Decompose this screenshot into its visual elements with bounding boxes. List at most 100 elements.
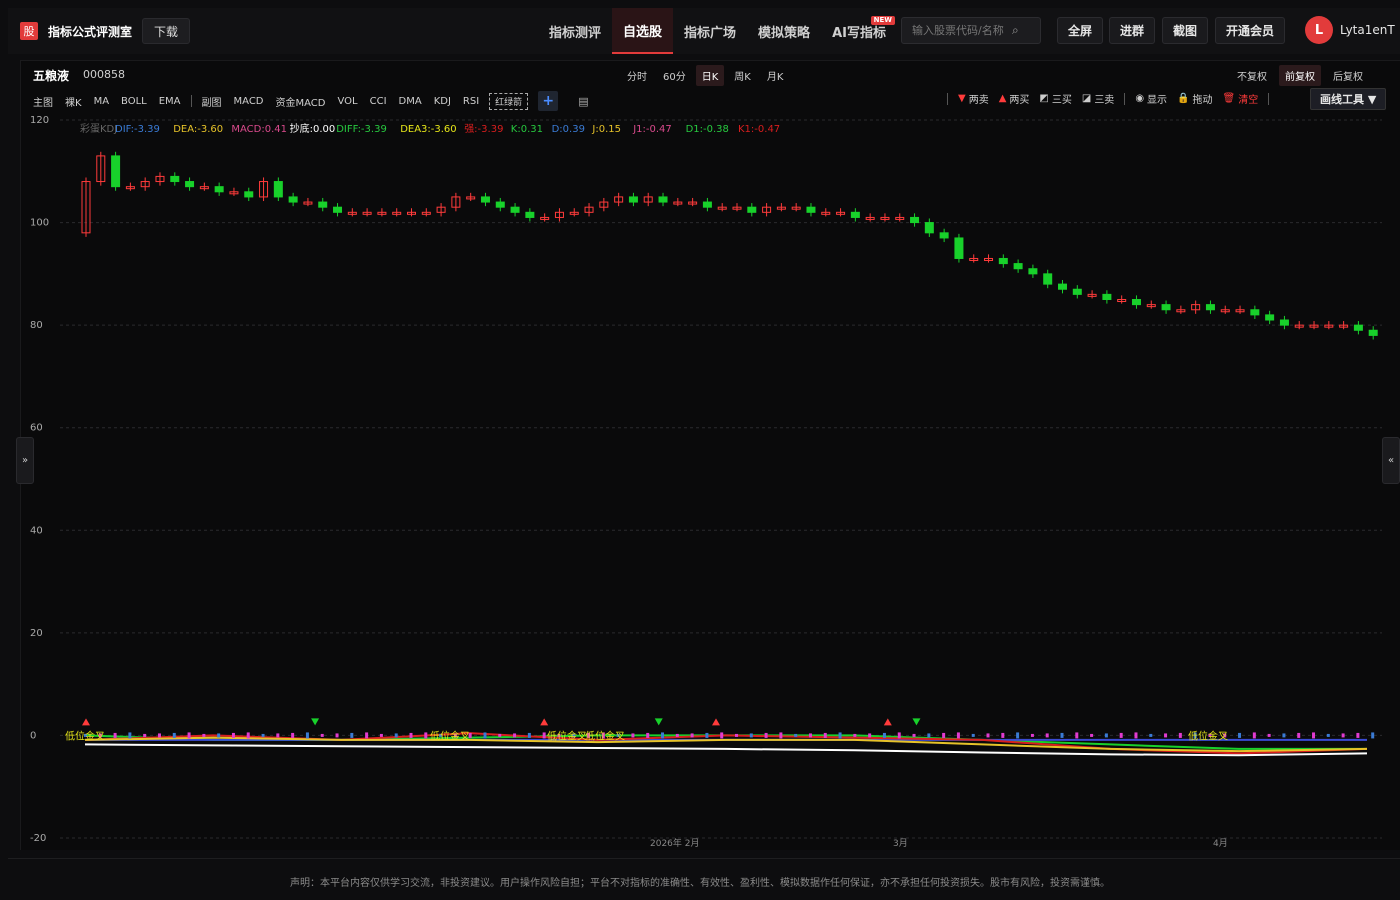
tool-5[interactable]: 🔒 拖动 [1177, 91, 1212, 106]
indicator-bar [128, 732, 132, 739]
sub-indicator-5[interactable]: DMA [393, 94, 428, 109]
tool-1[interactable]: ▲ 两买 [999, 91, 1030, 106]
candle [495, 201, 505, 208]
indicator-bar [1075, 732, 1079, 739]
tool-4[interactable]: ◉ 显示 [1135, 91, 1167, 106]
sub-indicator-4[interactable]: CCI [364, 94, 393, 109]
save-icon[interactable]: ▤ [578, 95, 588, 108]
period-tab-1[interactable]: 60分 [657, 65, 692, 86]
main-indicator-2[interactable]: MA [88, 94, 115, 109]
username[interactable]: Lyta1enT [1340, 23, 1395, 37]
indicator-bar: 主图 裸K MA BOLL EMA 副图 MACD 资金MACD VOL CCI DMA KDJ RSI… [27, 91, 589, 111]
period-tab-2[interactable]: 日K [695, 65, 725, 86]
sub-indicator-3[interactable]: VOL [332, 94, 364, 109]
nav-item-0[interactable]: 指标测评 [538, 8, 612, 54]
adjust-tab-1[interactable]: 前复权 [1279, 65, 1321, 86]
join-group-button[interactable]: 进群 [1109, 17, 1156, 44]
candle [273, 181, 283, 198]
candle [318, 201, 328, 208]
main-indicator-1[interactable]: 裸K [59, 92, 88, 111]
tool-0[interactable]: ▼ 两卖 [958, 91, 989, 106]
tool-3[interactable]: ◪ 三卖 [1082, 91, 1114, 106]
adjust-tabs: 不复权 前复权 后复权 [1231, 65, 1369, 86]
indicator-bar [1119, 732, 1123, 738]
fullscreen-button[interactable]: 全屏 [1057, 17, 1104, 44]
indicator-bar [927, 733, 931, 738]
indicator-bar [1267, 733, 1271, 737]
candle [111, 155, 121, 188]
candle [1279, 319, 1289, 326]
indicator-bar [187, 732, 191, 739]
adjust-tab-2[interactable]: 后复权 [1327, 65, 1369, 86]
stock-search[interactable]: ⌕ [901, 17, 1041, 44]
avatar[interactable]: L [1305, 16, 1333, 44]
add-indicator-icon[interactable]: + [538, 91, 559, 111]
candle [954, 237, 964, 259]
sub-indicator-7[interactable]: RSI [457, 94, 485, 109]
indicator-bar [1178, 732, 1182, 738]
main-indicator-4[interactable]: EMA [153, 94, 187, 109]
main-indicator-0[interactable]: 主图 [27, 92, 59, 111]
indicator-bar [690, 733, 694, 738]
kline-chart[interactable]: 120100806040200-20低位金叉 低位金叉 低位金叉低位金叉 低位金叉20… [20, 112, 1385, 847]
main-indicator-3[interactable]: BOLL [115, 94, 153, 109]
indicator-bar [513, 733, 517, 738]
period-tab-0[interactable]: 分时 [621, 65, 653, 86]
indicator-bar [231, 732, 235, 738]
tool-2[interactable]: ◩ 三买 [1039, 91, 1071, 106]
search-input[interactable] [902, 24, 1012, 37]
indicator-bar [527, 732, 531, 738]
sub-indicator-1[interactable]: MACD [228, 94, 270, 109]
draw-tools-button[interactable]: 画线工具 ▼ [1310, 88, 1387, 110]
y-tick-label: 100 [30, 218, 49, 229]
nav-item-4[interactable]: AI写指标 NEW [821, 8, 897, 54]
period-tab-3[interactable]: 周K [728, 65, 757, 86]
candle [333, 206, 343, 213]
sub-indicator-6[interactable]: KDJ [428, 94, 457, 109]
custom-indicator[interactable]: 红绿箭 [489, 92, 529, 110]
indicator-bar [1238, 732, 1242, 738]
buy-signal-icon [712, 718, 720, 726]
candle [658, 196, 668, 203]
expand-right-icon[interactable]: « [1382, 437, 1400, 484]
candle [525, 211, 535, 218]
golden-cross-label: 低位金叉 [65, 729, 105, 742]
sub-indicator-2[interactable]: 资金MACD [270, 92, 332, 111]
indicator-bar [1104, 733, 1108, 738]
legend-item: 强:-3.39 [464, 123, 503, 135]
separator [1268, 92, 1270, 105]
indicator-bar [1149, 733, 1153, 737]
indicator-bar [1356, 732, 1360, 738]
indicator-bar [1252, 732, 1256, 739]
legend-item: J1:-0.47 [632, 124, 672, 135]
expand-left-icon[interactable]: » [16, 437, 34, 484]
nav-item-3[interactable]: 模拟策略 [747, 8, 821, 54]
y-tick-label: 120 [30, 115, 49, 126]
indicator-bar [675, 733, 679, 737]
period-tab-4[interactable]: 月K [761, 65, 790, 86]
indicator-bar [971, 733, 975, 737]
search-icon[interactable]: ⌕ [1012, 23, 1019, 38]
screenshot-button[interactable]: 截图 [1162, 17, 1209, 44]
candle [1102, 293, 1112, 301]
indicator-bar [217, 733, 221, 738]
candle [1058, 283, 1067, 290]
x-tick-label: 4月 [1213, 838, 1228, 847]
vip-button[interactable]: 开通会员 [1215, 17, 1286, 44]
y-tick-label: 20 [30, 628, 43, 639]
nav-item-2[interactable]: 指标广场 [673, 8, 747, 54]
indicator-bar [1016, 732, 1020, 739]
y-tick-label: 0 [30, 730, 36, 741]
top-bar: 股 指标公式评测室 下载 指标测评 自选股 指标广场 模拟策略 AI写指标NEW ⌕ 全… [8, 8, 1400, 54]
tool-6[interactable]: 🗑 清空 [1223, 91, 1259, 106]
nav-item-1[interactable]: 自选股 [612, 8, 674, 54]
indicator-bar [305, 732, 309, 739]
adjust-tab-0[interactable]: 不复权 [1231, 65, 1273, 86]
candle [910, 216, 920, 224]
download-button[interactable]: 下载 [142, 18, 191, 44]
candle [185, 181, 195, 188]
indicator-bar [794, 733, 798, 737]
trend-down-icon: ◪ [1081, 93, 1092, 104]
indicator-bar [735, 733, 738, 737]
sub-indicator-0[interactable]: 副图 [196, 92, 228, 111]
